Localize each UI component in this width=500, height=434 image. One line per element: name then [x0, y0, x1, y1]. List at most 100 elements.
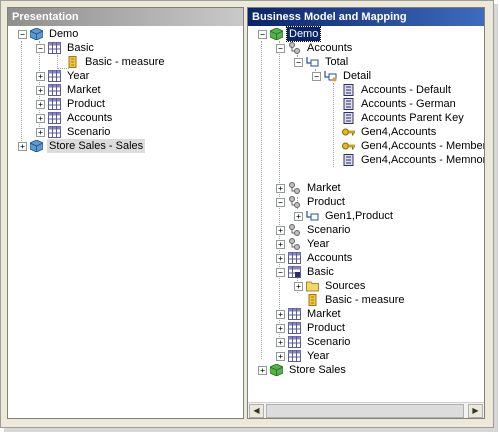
collapse-toggle[interactable]: −: [258, 29, 267, 39]
tree-node-accounts-parent-key[interactable]: Accounts Parent Key: [342, 111, 466, 125]
tree-node-label: Detail: [343, 70, 372, 82]
expand-toggle[interactable]: +: [294, 281, 303, 291]
tree-node-product[interactable]: + Product: [36, 97, 107, 111]
tree-node-market[interactable]: + Market: [36, 83, 103, 97]
expand-toggle[interactable]: +: [294, 211, 303, 221]
collapse-toggle[interactable]: −: [312, 71, 321, 81]
collapse-toggle[interactable]: −: [276, 197, 285, 207]
sources-table-icon: [288, 266, 301, 278]
tree-node-store-sales[interactable]: + Store Sales - Sales: [18, 139, 146, 153]
collapse-toggle[interactable]: −: [276, 43, 285, 53]
tree-node-product-table[interactable]: + Product: [276, 321, 347, 335]
measure-icon: [68, 56, 77, 68]
tree-node-basic-measure[interactable]: Basic - measure: [306, 293, 406, 307]
expand-toggle[interactable]: +: [36, 85, 45, 95]
expand-toggle[interactable]: +: [276, 323, 285, 333]
expand-toggle[interactable]: +: [36, 127, 45, 137]
hierarchy-icon: [289, 196, 300, 208]
expand-toggle[interactable]: +: [276, 337, 285, 347]
tree-node-label: Accounts - German: [361, 98, 456, 110]
expand-toggle[interactable]: +: [276, 253, 285, 263]
tree-node-gen4-accounts-memnor[interactable]: Gen4,Accounts - Memnor: [342, 153, 484, 167]
tree-node-label: Scenario: [307, 336, 351, 348]
tree-node-accounts[interactable]: + Accounts: [36, 111, 114, 125]
tree-node-label: Market: [67, 84, 101, 96]
tree-connector: [57, 55, 58, 67]
tree-node-gen4-accounts-member[interactable]: Gen4,Accounts - Member ...: [342, 139, 484, 153]
tree-node-label: Basic - measure: [85, 56, 165, 68]
hierarchy-icon: [289, 224, 300, 236]
cube-icon: [30, 140, 43, 152]
presentation-pane[interactable]: Presentation − Demo − Basic Basic - meas…: [7, 7, 244, 419]
tree-connector: [333, 83, 334, 167]
key-icon: [342, 128, 355, 136]
tree-node-accounts-table[interactable]: + Accounts: [276, 251, 354, 265]
tree-node-demo[interactable]: − Demo: [18, 27, 80, 41]
tree-node-scenario-table[interactable]: + Scenario: [276, 335, 352, 349]
expand-toggle[interactable]: +: [18, 141, 27, 151]
tree-node-demo[interactable]: − Demo: [258, 26, 322, 42]
collapse-toggle[interactable]: −: [18, 29, 27, 39]
scroll-thumb[interactable]: [266, 404, 464, 418]
tree-node-accounts-german[interactable]: Accounts - German: [342, 97, 458, 111]
table-icon: [48, 98, 61, 110]
expand-toggle[interactable]: +: [276, 225, 285, 235]
tree-node-store-sales[interactable]: + Store Sales: [258, 363, 348, 377]
logical-column-icon: [343, 98, 354, 110]
scroll-right-button[interactable]: ▶: [468, 404, 483, 418]
tree-node-label: Accounts - Default: [361, 84, 451, 96]
tree-node-basic[interactable]: − Basic: [36, 41, 96, 55]
expand-toggle[interactable]: +: [276, 309, 285, 319]
tree-node-product-dimension[interactable]: − Product: [276, 195, 347, 209]
tree-node-total[interactable]: − Total: [294, 55, 350, 69]
tree-node-scenario-dimension[interactable]: + Scenario: [276, 223, 352, 237]
tree-node-year-table[interactable]: + Year: [276, 349, 331, 363]
collapse-toggle[interactable]: −: [294, 57, 303, 67]
hierarchy-icon: [289, 182, 300, 194]
tree-node-sources[interactable]: + Sources: [294, 279, 367, 293]
tree-node-label: Product: [307, 322, 345, 334]
expand-toggle[interactable]: +: [276, 239, 285, 249]
expand-toggle[interactable]: +: [36, 71, 45, 81]
table-icon: [48, 70, 61, 82]
tree-node-label: Scenario: [67, 126, 111, 138]
expand-toggle[interactable]: +: [276, 351, 285, 361]
tree-node-scenario[interactable]: + Scenario: [36, 125, 112, 139]
tree-node-year[interactable]: + Year: [36, 69, 91, 83]
collapse-toggle[interactable]: −: [276, 267, 285, 277]
tree-node-label: Store Sales - Sales: [47, 139, 146, 153]
collapse-toggle[interactable]: −: [36, 43, 45, 53]
logical-column-icon: [343, 84, 354, 96]
tree-connector: [21, 41, 22, 149]
scroll-left-button[interactable]: ◀: [249, 404, 264, 418]
expand-toggle[interactable]: +: [258, 365, 267, 375]
tree-node-basic-measure[interactable]: Basic - measure: [66, 55, 166, 69]
table-icon: [48, 84, 61, 96]
tree-node-detail[interactable]: − Detail: [312, 69, 373, 83]
folder-icon: [306, 281, 319, 292]
hierarchy-icon: [289, 42, 300, 54]
cube-icon: [270, 28, 283, 40]
tree-node-label: Basic - measure: [325, 294, 405, 306]
tree-node-label: Accounts: [307, 42, 353, 54]
horizontal-scrollbar[interactable]: ◀ ▶: [248, 402, 484, 418]
tree-node-label: Accounts Parent Key: [361, 112, 464, 124]
tree-node-gen4-accounts[interactable]: Gen4,Accounts: [342, 125, 438, 139]
tree-node-basic-table[interactable]: − Basic: [276, 265, 336, 279]
expand-toggle[interactable]: +: [36, 99, 45, 109]
table-icon: [288, 350, 301, 362]
expand-toggle[interactable]: +: [36, 113, 45, 123]
tree-node-gen1-product[interactable]: + Gen1,Product: [294, 209, 395, 223]
tree-node-year-dimension[interactable]: + Year: [276, 237, 331, 251]
tree-node-market-table[interactable]: + Market: [276, 307, 343, 321]
tree-node-accounts-dimension[interactable]: − Accounts: [276, 41, 354, 55]
business-model-pane[interactable]: Business Model and Mapping − Demo − Acco…: [247, 7, 485, 419]
tree-node-accounts-default[interactable]: Accounts - Default: [342, 83, 453, 97]
measure-icon: [308, 294, 317, 306]
tree-node-market-dimension[interactable]: + Market: [276, 181, 343, 195]
tree-node-label: Year: [307, 350, 330, 362]
level-icon: [324, 71, 337, 82]
table-icon: [288, 322, 301, 334]
cube-icon: [30, 28, 43, 40]
expand-toggle[interactable]: +: [276, 183, 285, 193]
